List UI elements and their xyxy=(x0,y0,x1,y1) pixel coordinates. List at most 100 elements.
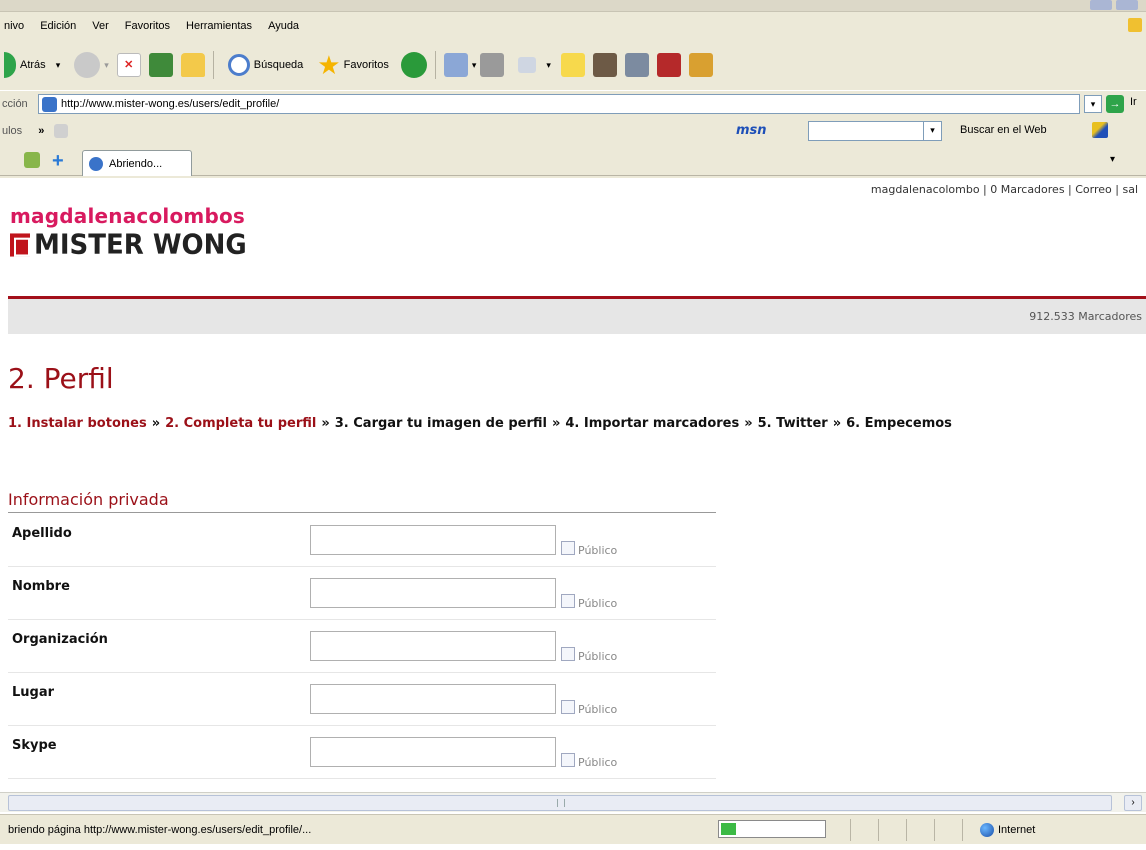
field-label: Organización xyxy=(12,632,108,647)
menu-bar: nivo Edición Ver Favoritos Herramientas … xyxy=(0,12,1146,40)
public-label[interactable]: Público xyxy=(578,544,617,557)
edit-icon[interactable] xyxy=(518,57,537,73)
search-label: Búsqueda xyxy=(253,59,304,71)
field-label: Nombre xyxy=(12,579,70,594)
links-chevron-icon[interactable]: » xyxy=(38,125,44,137)
history-icon[interactable] xyxy=(400,52,427,78)
refresh-icon[interactable] xyxy=(148,53,173,77)
home-icon[interactable] xyxy=(180,53,205,77)
mister-wong-logo-icon xyxy=(10,233,30,257)
go-arrow-icon[interactable]: → xyxy=(1106,95,1124,113)
minimize-button[interactable] xyxy=(1090,0,1112,10)
go-label[interactable]: Ir xyxy=(1130,96,1137,108)
skype-input[interactable] xyxy=(310,737,556,767)
toolbar-separator xyxy=(434,51,436,79)
public-label[interactable]: Público xyxy=(578,756,617,769)
msn-search-button[interactable]: Buscar en el Web xyxy=(960,124,1047,136)
msn-logo[interactable]: msn xyxy=(736,123,767,138)
favorites-button[interactable]: ★ Favoritos xyxy=(313,48,393,82)
site-logo[interactable]: MISTER WONG xyxy=(10,229,247,261)
menu-favorites[interactable]: Favoritos xyxy=(121,20,174,32)
addon-icon[interactable] xyxy=(688,53,713,77)
loading-icon xyxy=(89,156,103,171)
step-item: 3. Cargar tu imagen de perfil xyxy=(334,416,547,431)
public-label[interactable]: Público xyxy=(578,703,617,716)
scrollbar-grip-icon xyxy=(557,799,565,807)
internet-zone-icon xyxy=(980,823,994,837)
step-item: 4. Importar marcadores xyxy=(565,416,740,431)
add-favorite-icon[interactable]: + xyxy=(52,150,64,173)
search-icon xyxy=(227,54,250,76)
form-row-lugar: Lugar Público xyxy=(8,673,716,726)
favorites-center-icon[interactable] xyxy=(24,152,40,168)
discuss-icon[interactable] xyxy=(560,53,585,77)
address-dropdown-icon[interactable]: ▾ xyxy=(1084,95,1102,113)
back-button[interactable]: Atrás ▾ xyxy=(0,48,64,82)
tab-current[interactable]: Abriendo... xyxy=(82,150,192,176)
mail-icon[interactable] xyxy=(443,53,468,77)
step-separator: » xyxy=(744,416,753,431)
status-separator xyxy=(906,819,907,841)
public-checkbox[interactable] xyxy=(561,594,575,608)
nombre-input[interactable] xyxy=(310,578,556,608)
forward-arrow-icon xyxy=(74,52,101,78)
step-link[interactable]: 1. Instalar botones xyxy=(8,416,147,431)
scrollbar-thumb[interactable] xyxy=(8,795,1112,811)
step-separator: » xyxy=(321,416,330,431)
highlight-icon[interactable] xyxy=(1092,122,1108,138)
public-label[interactable]: Público xyxy=(578,650,617,663)
public-checkbox[interactable] xyxy=(561,700,575,714)
step-link[interactable]: 2. Completa tu perfil xyxy=(165,416,316,431)
address-input[interactable]: http://www.mister-wong.es/users/edit_pro… xyxy=(38,94,1080,114)
menu-file[interactable]: nivo xyxy=(0,20,28,32)
public-label[interactable]: Público xyxy=(578,597,617,610)
scroll-right-icon[interactable]: › xyxy=(1124,795,1142,811)
favorites-star-icon: ★ xyxy=(317,50,341,80)
field-label: Skype xyxy=(12,738,57,753)
research-icon[interactable] xyxy=(624,53,649,77)
search-button[interactable]: Búsqueda xyxy=(224,48,308,82)
info-bar: 912.533 Marcadores xyxy=(8,299,1146,334)
favorites-label: Favoritos xyxy=(343,59,389,71)
translate-icon[interactable] xyxy=(54,124,69,138)
menu-tools[interactable]: Herramientas xyxy=(182,20,256,32)
tab-bar: + Abriendo... ▾ xyxy=(0,146,1146,176)
forward-button[interactable]: ▾ xyxy=(70,48,113,82)
links-bar: ulos » msn ▾ Buscar en el Web xyxy=(0,118,1146,144)
public-checkbox[interactable] xyxy=(561,541,575,555)
maximize-button[interactable] xyxy=(1116,0,1138,10)
step-item: 5. Twitter xyxy=(757,416,828,431)
stop-icon[interactable]: ✕ xyxy=(116,53,141,77)
site-username[interactable]: magdalenacolombos xyxy=(10,204,245,228)
mail-dropdown-icon[interactable]: ▾ xyxy=(472,60,477,71)
tab-list-icon[interactable]: ▾ xyxy=(1110,154,1115,165)
step-separator: » xyxy=(832,416,842,431)
edit-dropdown-icon[interactable]: ▾ xyxy=(546,60,551,71)
page-title: 2. Perfil xyxy=(8,362,114,395)
form-row-organizacion: Organización Público xyxy=(8,620,716,673)
menu-help[interactable]: Ayuda xyxy=(264,20,303,32)
back-dropdown-icon[interactable]: ▾ xyxy=(56,60,61,71)
msn-search-input[interactable]: ▾ xyxy=(808,121,942,141)
user-links[interactable]: magdalenacolombo | 0 Marcadores | Correo… xyxy=(871,183,1138,196)
lugar-input[interactable] xyxy=(310,684,556,714)
apellido-input[interactable] xyxy=(310,525,556,555)
print-icon[interactable] xyxy=(480,53,505,77)
public-checkbox[interactable] xyxy=(561,753,575,767)
menu-edit[interactable]: Edición xyxy=(36,20,80,32)
msn-search-dropdown-icon[interactable]: ▾ xyxy=(923,122,941,140)
field-label: Lugar xyxy=(12,685,55,700)
form-row-skype: Skype Público xyxy=(8,726,716,779)
organizacion-input[interactable] xyxy=(310,631,556,661)
progress-fill xyxy=(721,823,736,835)
horizontal-scrollbar[interactable]: › xyxy=(0,792,1146,812)
addon-icon[interactable] xyxy=(656,53,681,77)
status-text: briendo página http://www.mister-wong.es… xyxy=(8,824,312,836)
toolbar-separator xyxy=(212,51,214,79)
security-zone[interactable]: Internet xyxy=(998,824,1035,836)
menu-view[interactable]: Ver xyxy=(88,20,113,32)
messenger-icon[interactable] xyxy=(592,53,617,77)
step-separator: » xyxy=(551,416,561,431)
site-brand-name: MISTER WONG xyxy=(34,229,247,261)
public-checkbox[interactable] xyxy=(561,647,575,661)
